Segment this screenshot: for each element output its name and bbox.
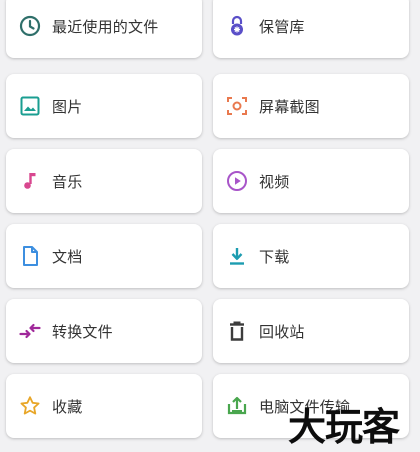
lock-icon — [225, 14, 249, 38]
screenshot-icon — [225, 94, 249, 118]
tile-favorites[interactable]: 收藏 — [6, 374, 202, 438]
image-icon — [18, 94, 42, 118]
tile-downloads[interactable]: 下载 — [213, 224, 409, 288]
convert-arrows-icon — [18, 319, 42, 343]
star-icon — [18, 394, 42, 418]
tile-label: 转换文件 — [52, 322, 113, 341]
document-icon — [18, 244, 42, 268]
tile-label: 保管库 — [259, 17, 305, 36]
tile-label: 下载 — [259, 247, 290, 266]
tile-label: 文档 — [52, 247, 83, 266]
tile-label: 最近使用的文件 — [52, 17, 159, 36]
tile-recycle-bin[interactable]: 回收站 — [213, 299, 409, 363]
tile-images[interactable]: 图片 — [6, 74, 202, 138]
tile-label: 屏幕截图 — [259, 97, 320, 116]
trash-icon — [225, 319, 249, 343]
tile-music[interactable]: 音乐 — [6, 149, 202, 213]
tile-vault[interactable]: 保管库 — [213, 0, 409, 58]
upload-tray-icon — [225, 394, 249, 418]
tile-label: 视频 — [259, 172, 290, 191]
download-icon — [225, 244, 249, 268]
tile-screenshots[interactable]: 屏幕截图 — [213, 74, 409, 138]
tile-label: 收藏 — [52, 397, 83, 416]
clock-icon — [18, 14, 42, 38]
tile-label: 音乐 — [52, 172, 83, 191]
music-note-icon — [18, 169, 42, 193]
tile-videos[interactable]: 视频 — [213, 149, 409, 213]
tile-label: 图片 — [52, 97, 83, 116]
watermark-logo: 大玩客 — [288, 404, 400, 449]
tile-documents[interactable]: 文档 — [6, 224, 202, 288]
tile-convert-files[interactable]: 转换文件 — [6, 299, 202, 363]
play-circle-icon — [225, 169, 249, 193]
tile-label: 回收站 — [259, 322, 305, 341]
tile-recent-files[interactable]: 最近使用的文件 — [6, 0, 202, 58]
